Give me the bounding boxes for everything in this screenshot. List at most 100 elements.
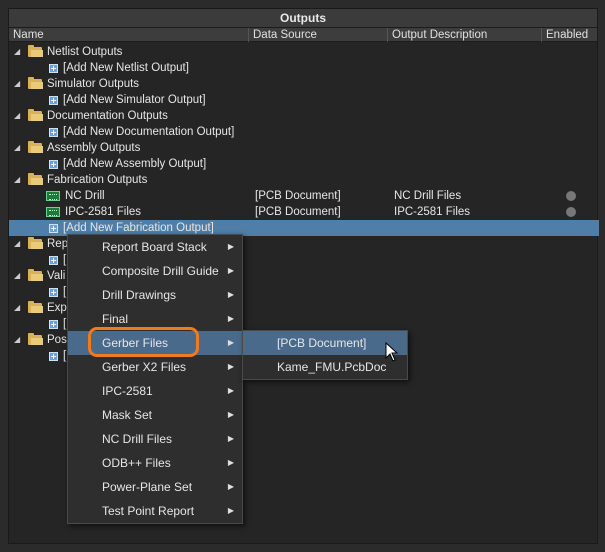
add-output-label: [Add New Simulator Output] <box>63 94 206 106</box>
menu-item-label: Gerber Files <box>102 336 169 350</box>
submenu-arrow-icon: ▶ <box>227 506 234 515</box>
enabled-toggle[interactable] <box>566 207 576 217</box>
column-header-enabled[interactable]: Enabled <box>542 28 599 42</box>
output-name: NC Drill <box>65 190 105 202</box>
menu-item-ipc-2581[interactable]: IPC-2581 ▶ <box>68 379 242 403</box>
mouse-pointer-icon <box>385 342 399 362</box>
add-icon <box>49 256 58 265</box>
output-data-source[interactable]: [PCB Document] <box>255 204 341 220</box>
output-description: NC Drill Files <box>394 190 462 202</box>
category-label: Documentation Outputs <box>47 110 168 122</box>
category-assembly[interactable]: ◢ Assembly Outputs <box>9 140 599 156</box>
category-label: Rep <box>47 238 69 250</box>
menu-item-label: Final <box>102 312 129 326</box>
expand-triangle-icon[interactable]: ◢ <box>14 268 24 284</box>
submenu-item-label: Kame_FMU.PcbDoc <box>277 360 387 374</box>
panel-title: Outputs <box>9 9 597 28</box>
context-menu: Report Board Stack ▶ Composite Drill Guid… <box>67 234 243 524</box>
submenu-arrow-icon: ▶ <box>227 266 234 275</box>
add-output-simulator[interactable]: [Add New Simulator Output] <box>9 92 599 108</box>
column-header-output-description[interactable]: Output Description <box>388 28 542 42</box>
enabled-toggle[interactable] <box>566 191 576 201</box>
menu-item-power-plane-set[interactable]: Power-Plane Set ▶ <box>68 475 242 499</box>
output-item-ipc-2581[interactable]: IPC-2581 Files [PCB Document] IPC-2581 F… <box>9 204 599 220</box>
folder-icon <box>28 109 43 121</box>
expand-triangle-icon[interactable]: ◢ <box>14 140 24 156</box>
submenu-arrow-icon: ▶ <box>227 242 234 251</box>
category-label: Fabrication Outputs <box>47 174 148 186</box>
pcb-output-icon <box>46 191 60 201</box>
add-output-label: [Add New Assembly Output] <box>63 158 207 170</box>
column-header-data-source[interactable]: Data Source <box>249 28 388 42</box>
menu-item-drill-drawings[interactable]: Drill Drawings ▶ <box>68 283 242 307</box>
gerber-files-submenu: [PCB Document] Kame_FMU.PcbDoc <box>242 330 408 380</box>
expand-triangle-icon[interactable]: ◢ <box>14 332 24 348</box>
expand-triangle-icon[interactable]: ◢ <box>14 172 24 188</box>
add-icon <box>49 320 58 329</box>
category-netlist[interactable]: ◢ Netlist Outputs <box>9 44 599 60</box>
menu-item-gerber-files[interactable]: Gerber Files ▶ <box>68 331 242 355</box>
add-output-assembly[interactable]: [Add New Assembly Output] <box>9 156 599 172</box>
output-description: IPC-2581 Files <box>394 206 471 218</box>
output-item-nc-drill[interactable]: NC Drill [PCB Document] NC Drill Files <box>9 188 599 204</box>
folder-icon <box>28 237 43 249</box>
folder-icon <box>28 269 43 281</box>
add-output-label: [Add New Netlist Output] <box>63 62 189 74</box>
add-output-label: [ <box>63 350 67 362</box>
category-simulator[interactable]: ◢ Simulator Outputs <box>9 76 599 92</box>
category-label: Netlist Outputs <box>47 46 123 58</box>
add-output-netlist[interactable]: [Add New Netlist Output] <box>9 60 599 76</box>
add-output-label: [ <box>63 318 67 330</box>
category-fabrication[interactable]: ◢ Fabrication Outputs <box>9 172 599 188</box>
submenu-arrow-icon: ▶ <box>227 314 234 323</box>
expand-triangle-icon[interactable]: ◢ <box>14 108 24 124</box>
menu-item-gerber-x2-files[interactable]: Gerber X2 Files ▶ <box>68 355 242 379</box>
add-output-label: [Add New Documentation Output] <box>63 126 235 138</box>
add-output-label: [ <box>63 286 67 298</box>
submenu-arrow-icon: ▶ <box>227 458 234 467</box>
menu-item-test-point-report[interactable]: Test Point Report ▶ <box>68 499 242 523</box>
menu-item-label: Gerber X2 Files <box>102 360 187 374</box>
submenu-item-pcb-document[interactable]: [PCB Document] <box>243 331 407 355</box>
add-output-label: [ <box>63 254 67 266</box>
folder-icon <box>28 173 43 185</box>
add-icon <box>49 128 58 137</box>
output-name: IPC-2581 Files <box>65 206 142 218</box>
add-icon <box>49 288 58 297</box>
pcb-output-icon <box>46 207 60 217</box>
column-header-name[interactable]: Name <box>9 28 249 42</box>
menu-item-label: Power-Plane Set <box>102 480 193 494</box>
add-icon <box>49 96 58 105</box>
menu-item-mask-set[interactable]: Mask Set ▶ <box>68 403 242 427</box>
output-data-source[interactable]: [PCB Document] <box>255 188 341 204</box>
expand-triangle-icon[interactable]: ◢ <box>14 300 24 316</box>
submenu-item-kame-fmu-pcbdoc[interactable]: Kame_FMU.PcbDoc <box>243 355 407 379</box>
menu-item-odb-files[interactable]: ODB++ Files ▶ <box>68 451 242 475</box>
menu-item-label: Composite Drill Guide <box>102 264 219 278</box>
column-header-row: Name Data Source Output Description Enab… <box>9 28 597 42</box>
expand-triangle-icon[interactable]: ◢ <box>14 44 24 60</box>
submenu-arrow-icon: ▶ <box>227 410 234 419</box>
folder-icon <box>28 333 43 345</box>
submenu-arrow-icon: ▶ <box>227 290 234 299</box>
add-icon <box>49 224 58 233</box>
menu-item-label: NC Drill Files <box>102 432 172 446</box>
submenu-arrow-icon: ▶ <box>227 386 234 395</box>
menu-item-label: ODB++ Files <box>102 456 171 470</box>
category-documentation[interactable]: ◢ Documentation Outputs <box>9 108 599 124</box>
menu-item-composite-drill-guide[interactable]: Composite Drill Guide ▶ <box>68 259 242 283</box>
add-icon <box>49 352 58 361</box>
menu-item-label: Report Board Stack <box>102 240 207 254</box>
folder-icon <box>28 301 43 313</box>
add-output-documentation[interactable]: [Add New Documentation Output] <box>9 124 599 140</box>
expand-triangle-icon[interactable]: ◢ <box>14 236 24 252</box>
add-icon <box>49 64 58 73</box>
expand-triangle-icon[interactable]: ◢ <box>14 76 24 92</box>
menu-item-report-board-stack[interactable]: Report Board Stack ▶ <box>68 235 242 259</box>
add-icon <box>49 160 58 169</box>
menu-item-label: Drill Drawings <box>102 288 177 302</box>
menu-item-final[interactable]: Final ▶ <box>68 307 242 331</box>
menu-item-nc-drill-files[interactable]: NC Drill Files ▶ <box>68 427 242 451</box>
menu-item-label: IPC-2581 <box>102 384 153 398</box>
submenu-arrow-icon: ▶ <box>227 362 234 371</box>
